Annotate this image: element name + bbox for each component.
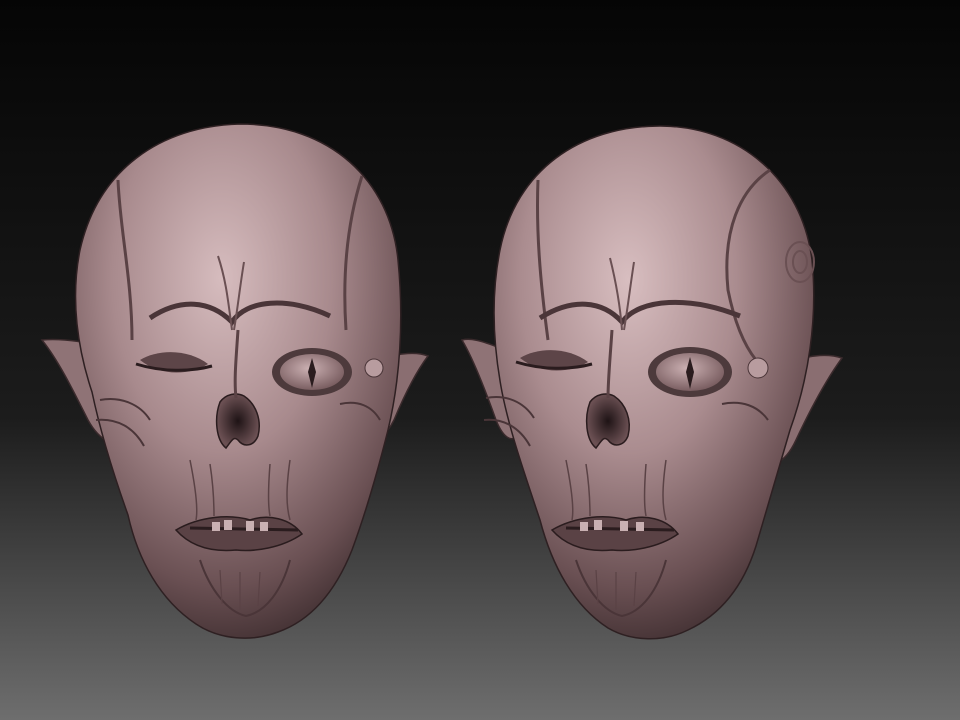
right-cheek-knob [747,357,769,379]
tooth [224,520,232,530]
tooth [246,521,254,531]
tooth [212,522,220,531]
sculpt-viewport[interactable] [0,0,960,720]
tooth [594,520,602,530]
viewport-canvas[interactable] [0,0,960,720]
right-cheek-knob [364,358,384,378]
tooth [620,521,628,531]
lip-line [189,526,299,532]
tooth [580,522,588,531]
tooth [260,522,268,531]
tooth [636,522,644,531]
